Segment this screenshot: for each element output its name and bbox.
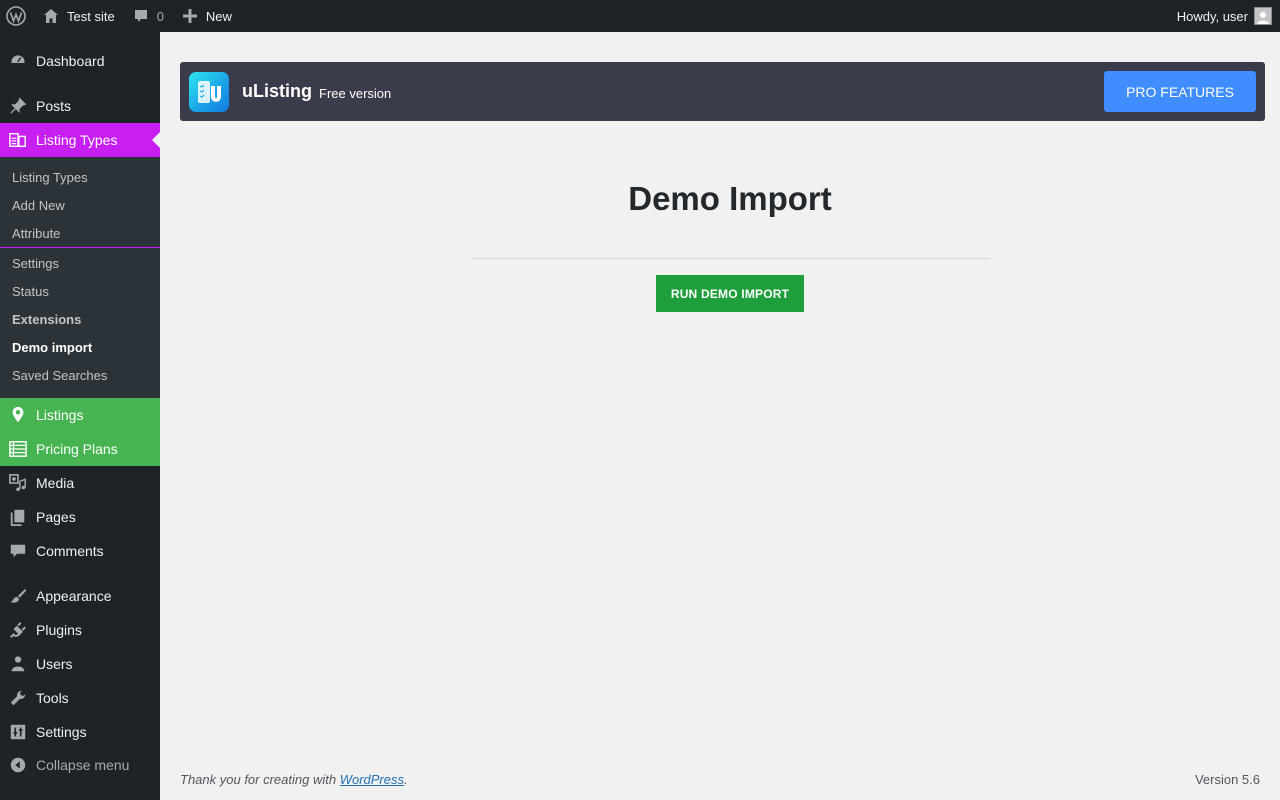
- my-account-link[interactable]: Howdy, user: [1169, 0, 1280, 32]
- menu-settings[interactable]: Settings: [0, 715, 160, 749]
- submenu-demo-import[interactable]: Demo import: [0, 333, 160, 361]
- collapse-arrow-icon: [0, 748, 36, 782]
- submenu-attribute[interactable]: Attribute: [0, 219, 160, 247]
- menu-users-label: Users: [36, 656, 73, 672]
- page-title: Demo Import: [628, 180, 832, 217]
- paintbrush-icon: [0, 579, 36, 613]
- dashboard-icon: [0, 44, 36, 78]
- menu-tools[interactable]: Tools: [0, 681, 160, 715]
- menu-comments-label: Comments: [36, 543, 104, 559]
- run-demo-import-button[interactable]: RUN DEMO IMPORT: [656, 275, 804, 312]
- admin-bar: Test site 0 New Howdy, user: [0, 0, 1280, 32]
- comments-count: 0: [156, 8, 164, 24]
- site-name-label: Test site: [67, 8, 115, 24]
- new-content-link[interactable]: New: [172, 0, 240, 32]
- menu-listings-label: Listings: [36, 407, 84, 423]
- menu-posts[interactable]: Posts: [0, 89, 160, 123]
- menu-pricing-plans[interactable]: Pricing Plans: [0, 432, 160, 466]
- submenu-saved-searches[interactable]: Saved Searches: [0, 361, 160, 389]
- comment-bubble-icon: [131, 6, 151, 26]
- menu-posts-label: Posts: [36, 98, 72, 114]
- menu-listing-types[interactable]: Listing Types: [0, 123, 160, 157]
- menu-dashboard[interactable]: Dashboard: [0, 44, 160, 78]
- avatar-icon: [1254, 7, 1272, 25]
- title-divider: [470, 258, 990, 259]
- brand-name: uListing: [242, 81, 312, 101]
- wordpress-link[interactable]: WordPress: [340, 772, 404, 787]
- plus-icon: [180, 6, 200, 26]
- menu-tools-label: Tools: [36, 690, 69, 706]
- menu-appearance[interactable]: Appearance: [0, 579, 160, 613]
- location-pin-icon: [0, 398, 36, 432]
- collapse-menu-button[interactable]: Collapse menu: [0, 748, 160, 782]
- submenu-listing-types[interactable]: Listing Types: [0, 163, 160, 191]
- listing-types-icon: [0, 123, 36, 157]
- submenu-extensions[interactable]: Extensions: [0, 305, 160, 333]
- wordpress-logo-icon: [6, 6, 26, 26]
- menu-listing-types-label: Listing Types: [36, 132, 118, 148]
- ulisting-logo-icon: [189, 71, 229, 112]
- collapse-menu-label: Collapse menu: [36, 757, 130, 773]
- menu-comments[interactable]: Comments: [0, 534, 160, 568]
- comments-icon: [0, 534, 36, 568]
- submenu-add-new[interactable]: Add New: [0, 191, 160, 219]
- comments-link[interactable]: 0: [123, 0, 172, 32]
- submenu-status[interactable]: Status: [0, 277, 160, 305]
- menu-pricing-plans-label: Pricing Plans: [36, 441, 118, 457]
- user-icon: [0, 647, 36, 681]
- admin-sidebar: Dashboard Posts Listing Types Listing Ty…: [0, 32, 160, 800]
- pages-icon: [0, 500, 36, 534]
- ulisting-header-banner: uListing Free version PRO FEATURES: [180, 62, 1265, 121]
- footer-thanks-suffix: .: [404, 772, 408, 787]
- menu-users[interactable]: Users: [0, 647, 160, 681]
- menu-plugins[interactable]: Plugins: [0, 613, 160, 647]
- pro-features-button[interactable]: PRO FEATURES: [1104, 71, 1256, 112]
- footer-thanks-prefix: Thank you for creating with: [180, 772, 340, 787]
- sliders-icon: [0, 715, 36, 749]
- howdy-label: Howdy, user: [1176, 8, 1248, 24]
- site-name-link[interactable]: Test site: [33, 0, 123, 32]
- footer-thanks: Thank you for creating with WordPress.: [180, 772, 408, 787]
- home-icon: [41, 6, 61, 26]
- edition-label: Free version: [319, 85, 392, 101]
- wordpress-menu[interactable]: [0, 0, 33, 32]
- pin-icon: [0, 89, 36, 123]
- footer-version: Version 5.6: [1194, 772, 1260, 787]
- plugin-icon: [0, 613, 36, 647]
- menu-media-label: Media: [36, 475, 75, 491]
- menu-plugins-label: Plugins: [36, 622, 82, 638]
- menu-settings-label: Settings: [36, 724, 87, 740]
- submenu-settings[interactable]: Settings: [0, 249, 160, 277]
- menu-dashboard-label: Dashboard: [36, 53, 105, 69]
- menu-listings[interactable]: Listings: [0, 398, 160, 432]
- table-list-icon: [0, 432, 36, 466]
- menu-pages[interactable]: Pages: [0, 500, 160, 534]
- new-label: New: [205, 8, 232, 24]
- wrench-icon: [0, 681, 36, 715]
- media-icon: [0, 466, 36, 500]
- plugin-submenu: Settings Status Extensions Demo import S…: [0, 248, 160, 398]
- menu-appearance-label: Appearance: [36, 588, 112, 604]
- menu-pages-label: Pages: [36, 509, 76, 525]
- menu-media[interactable]: Media: [0, 466, 160, 500]
